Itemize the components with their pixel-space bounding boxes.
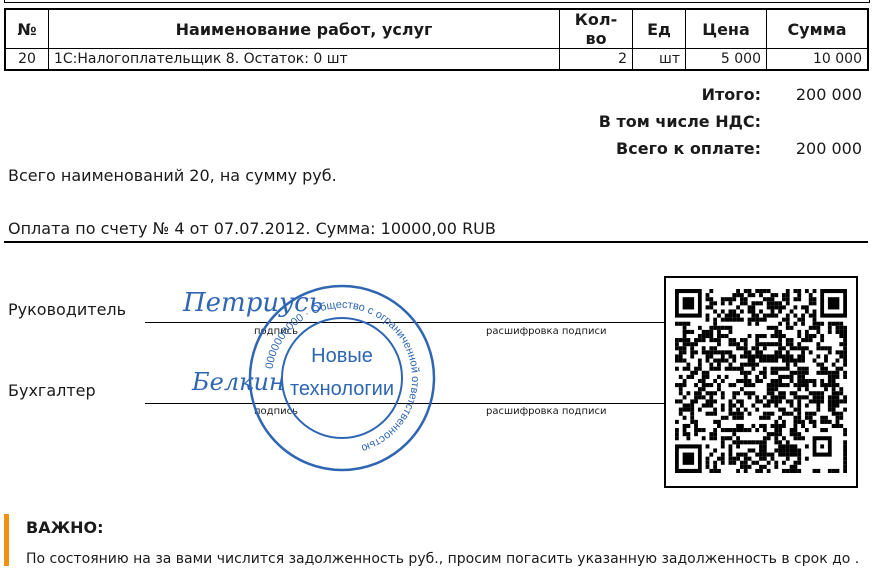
qr-code-icon [675, 289, 847, 473]
total-label: Итого: [701, 85, 761, 104]
col-unit-header: Ед [632, 8, 686, 49]
director-label: Руководитель [8, 300, 127, 319]
qr-code-frame [664, 276, 858, 488]
pay-total-label: Всего к оплате: [616, 139, 761, 158]
stamp-center-line1: Новые [311, 345, 373, 367]
payment-rule [4, 241, 868, 243]
total-value: 200 000 [795, 85, 862, 104]
table-header-row: № Наименование работ, услуг Кол-во Ед Це… [4, 8, 869, 49]
company-stamp: 0000000000 · Общество с ограниченной отв… [248, 284, 436, 472]
cell-name: 1С:Налогоплательщик 8. Остаток: 0 шт [48, 48, 560, 71]
cell-sum: 10 000 [766, 48, 869, 71]
payment-line: Оплата по счету № 4 от 07.07.2012. Сумма… [8, 219, 496, 238]
col-price-header: Цена [685, 8, 767, 49]
stamp-center-line2: технологии [290, 378, 394, 400]
pay-total-value: 200 000 [795, 139, 862, 158]
director-decode-caption: расшифровка подписи [486, 326, 607, 337]
summary-line: Всего наименований 20, на сумму руб. [8, 166, 337, 185]
cell-price: 5 000 [685, 48, 767, 71]
accountant-decode-caption: расшифровка подписи [486, 406, 607, 417]
items-table: № Наименование работ, услуг Кол-во Ед Це… [4, 8, 869, 71]
warning-title: ВАЖНО: [26, 518, 104, 537]
cell-num: 20 [4, 48, 49, 71]
cell-unit: шт [632, 48, 686, 71]
col-num-header: № [4, 8, 49, 49]
warning-text: По состоянию на за вами числится задолже… [26, 551, 860, 567]
col-sum-header: Сумма [766, 8, 869, 49]
col-qty-header: Кол-во [559, 8, 633, 49]
cell-qty: 2 [559, 48, 633, 71]
previous-row-cut [4, 0, 870, 3]
stamp-ring-text: 0000000000 · Общество с ограниченной отв… [264, 299, 421, 454]
table-row: 20 1С:Налогоплательщик 8. Остаток: 0 шт … [4, 48, 869, 71]
col-name-header: Наименование работ, услуг [48, 8, 560, 49]
warning-accent-bar [4, 514, 9, 566]
accountant-label: Бухгалтер [8, 381, 96, 400]
vat-label: В том числе НДС: [598, 112, 761, 131]
